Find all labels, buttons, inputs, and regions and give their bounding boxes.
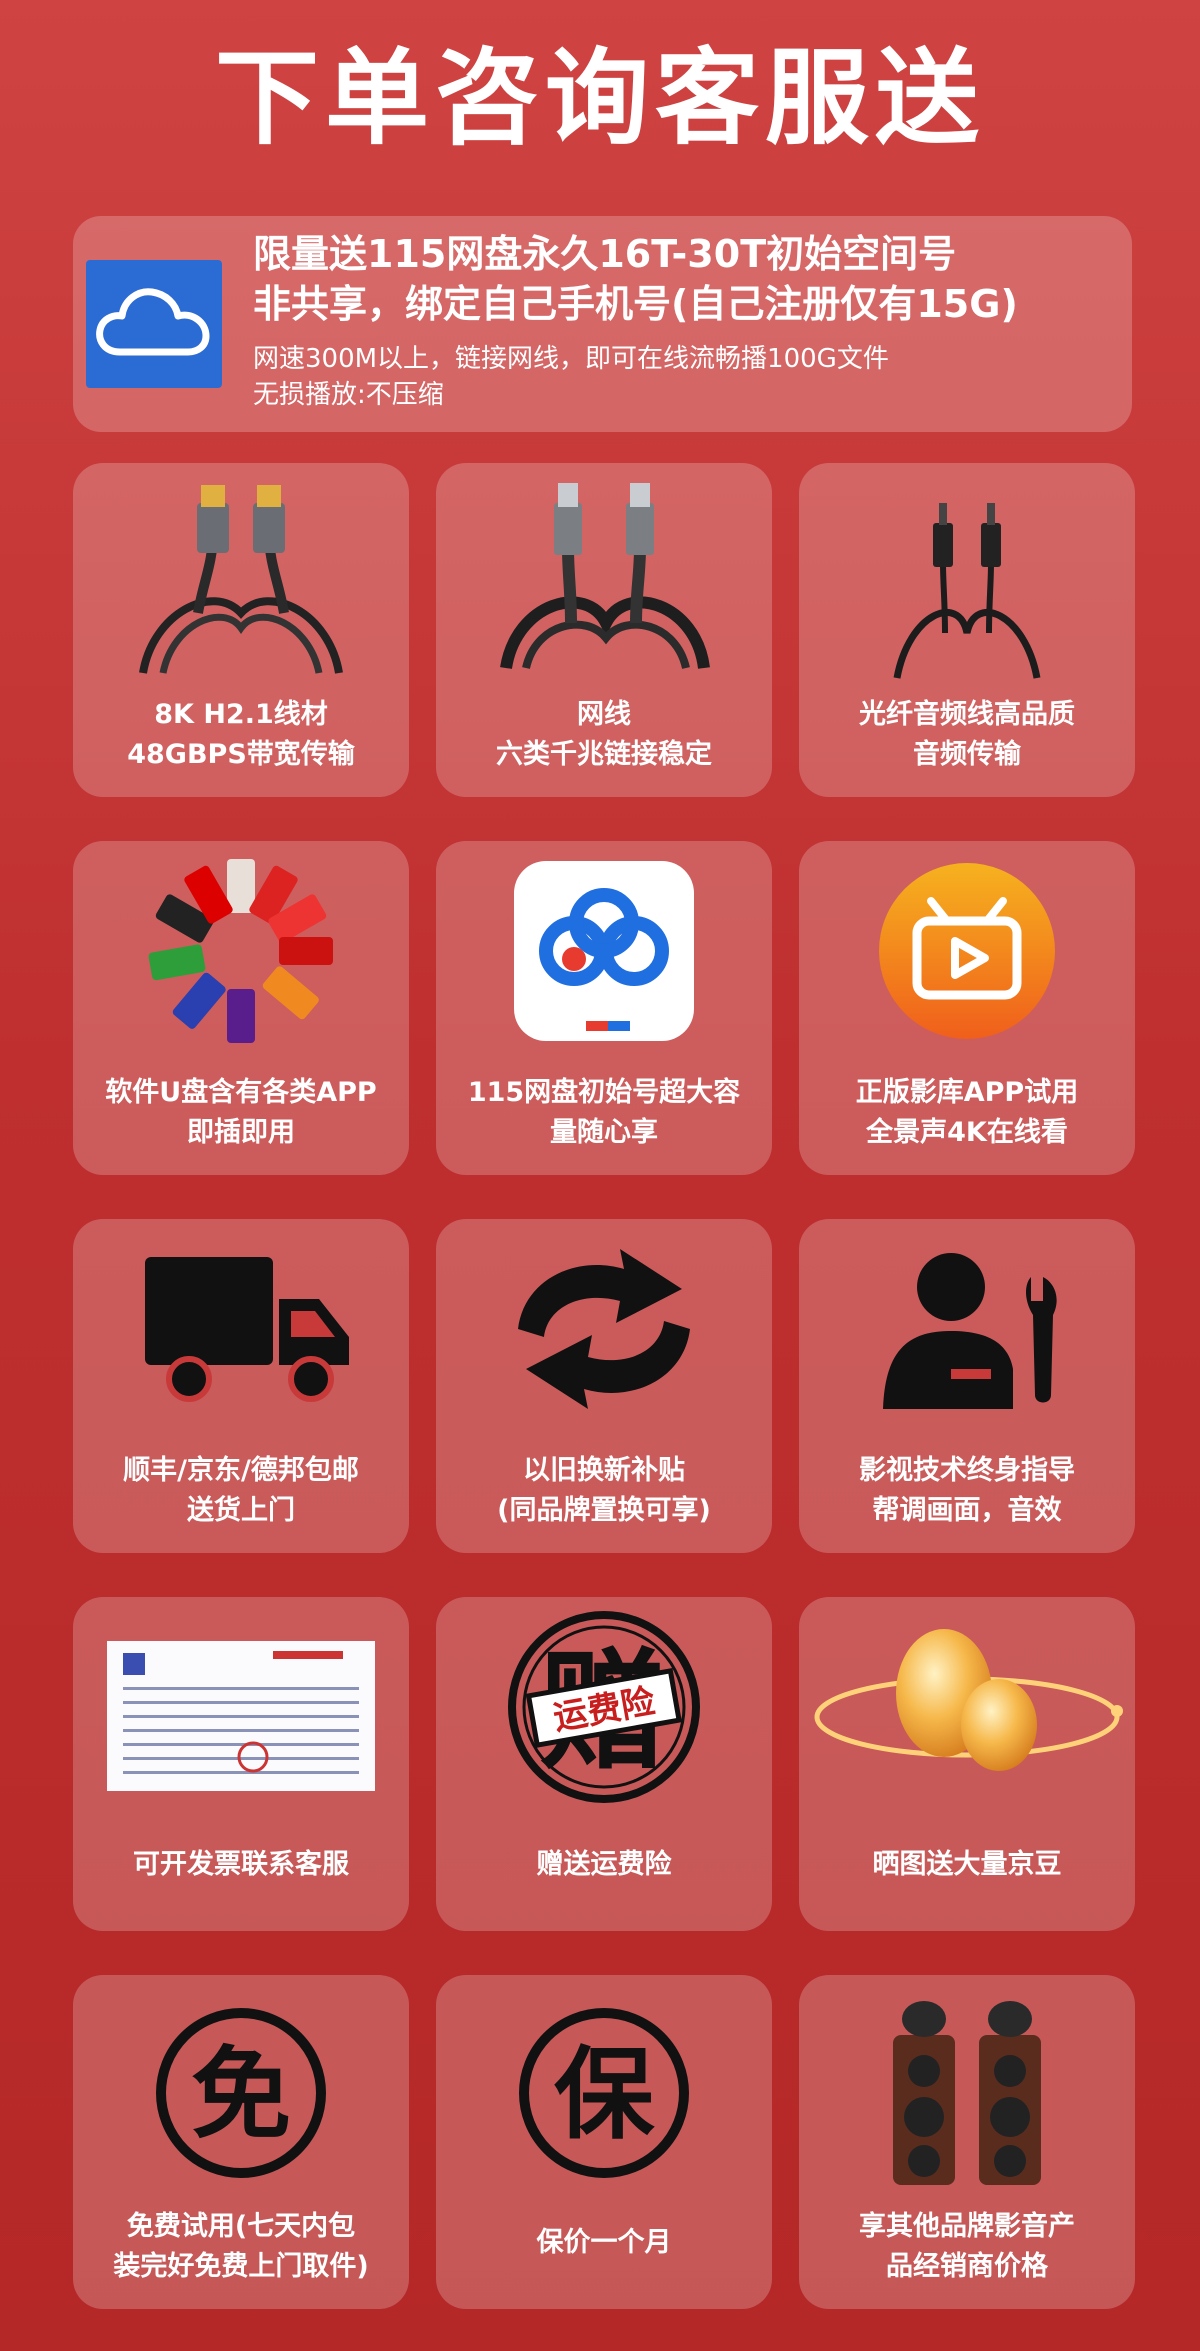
card-usb-drive: 软件U盘含有各类APP 即插即用 (73, 841, 409, 1175)
invoice-icon (73, 1597, 409, 1817)
banner-detail: 网速300M以上，链接网线，即可在线流畅播100G文件 (253, 344, 889, 374)
card-invoice: 可开发票联系客服 (73, 1597, 409, 1931)
card-caption: 六类千兆链接稳定 (496, 739, 712, 770)
banner-subheadline: 非共享，绑定自己手机号(自己注册仅有15G) (253, 282, 1018, 326)
card-caption: 8K H2.1线材 (154, 699, 328, 730)
card-caption: 软件U盘含有各类APP (105, 1077, 377, 1108)
technician-wrench-icon (799, 1219, 1135, 1439)
card-caption: 音频传输 (913, 739, 1021, 770)
banner-headline: 限量送115网盘永久16T-30T初始空间号 (253, 232, 957, 276)
hdmi-cable-icon (73, 463, 409, 683)
card-caption: 量随心享 (550, 1117, 658, 1148)
gold-bean-icon (799, 1597, 1135, 1817)
card-delivery: 顺丰/京东/德邦包邮 送货上门 (73, 1219, 409, 1553)
speakers-icon (799, 1975, 1135, 2195)
card-hdmi-cable: 8K H2.1线材 48GBPS带宽传输 (73, 463, 409, 797)
card-caption: 保价一个月 (536, 2227, 672, 2258)
card-video-app: 正版影库APP试用 全景声4K在线看 (799, 841, 1135, 1175)
card-network-cable: 网线 六类千兆链接稳定 (436, 463, 772, 797)
card-shipping-insurance: 赠 运费险 赠送运费险 (436, 1597, 772, 1931)
page-title: 下单咨询客服送 (214, 37, 985, 159)
card-caption: (同品牌置换可享) (497, 1495, 711, 1526)
card-optical-cable: 光纤音频线高品质 音频传输 (799, 463, 1135, 797)
usb-drives-icon (73, 841, 409, 1061)
card-netdisk: 115网盘初始号超大容 量随心享 (436, 841, 772, 1175)
card-caption: 装完好免费上门取件) (113, 2251, 369, 2282)
card-tech-support: 影视技术终身指导 帮调画面，音效 (799, 1219, 1135, 1553)
optical-audio-cable-icon (799, 463, 1135, 683)
card-caption: 115网盘初始号超大容 (467, 1077, 741, 1108)
card-caption: 享其他品牌影音产 (859, 2211, 1075, 2242)
card-caption: 品经销商价格 (886, 2251, 1048, 2282)
card-caption: 帮调画面，音效 (872, 1495, 1062, 1526)
card-caption: 赠送运费险 (536, 1849, 672, 1880)
card-caption: 以旧换新补贴 (523, 1455, 685, 1486)
shipping-insurance-stamp-icon: 赠 运费险 (436, 1597, 772, 1817)
card-trade-in: 以旧换新补贴 (同品牌置换可享) (436, 1219, 772, 1553)
banner-note: 无损播放:不压缩 (253, 380, 444, 410)
free-circle-icon: 免 (73, 1975, 409, 2195)
card-caption: 可开发票联系客服 (133, 1849, 349, 1880)
card-caption: 免费试用(七天内包 (126, 2211, 356, 2242)
network-cable-icon (436, 463, 772, 683)
card-caption: 光纤音频线高品质 (859, 699, 1075, 730)
promo-banner: 限量送115网盘永久16T-30T初始空间号 非共享，绑定自己手机号(自己注册仅… (73, 216, 1132, 432)
card-caption: 晒图送大量京豆 (872, 1849, 1062, 1880)
card-caption: 即插即用 (187, 1117, 295, 1148)
exchange-arrows-icon (436, 1219, 772, 1439)
card-jd-beans: 晒图送大量京豆 (799, 1597, 1135, 1931)
card-other-brands: 享其他品牌影音产 品经销商价格 (799, 1975, 1135, 2309)
card-caption: 全景声4K在线看 (866, 1117, 1068, 1148)
delivery-truck-icon (73, 1219, 409, 1439)
card-caption: 48GBPS带宽传输 (127, 739, 355, 770)
guarantee-circle-icon: 保 (436, 1975, 772, 2195)
tv-app-icon (799, 841, 1135, 1061)
card-caption: 送货上门 (187, 1495, 295, 1526)
guarantee-glyph: 保 (554, 2036, 655, 2153)
cloud-icon (86, 260, 222, 388)
baidu-netdisk-app-icon (436, 841, 772, 1061)
card-price-guarantee: 保 保价一个月 (436, 1975, 772, 2309)
card-caption: 正版影库APP试用 (855, 1077, 1079, 1108)
card-caption: 影视技术终身指导 (859, 1455, 1075, 1486)
card-free-trial: 免 免费试用(七天内包 装完好免费上门取件) (73, 1975, 409, 2309)
free-glyph: 免 (191, 2036, 291, 2153)
card-caption: 网线 (577, 699, 631, 730)
card-caption: 顺丰/京东/德邦包邮 (123, 1455, 359, 1486)
